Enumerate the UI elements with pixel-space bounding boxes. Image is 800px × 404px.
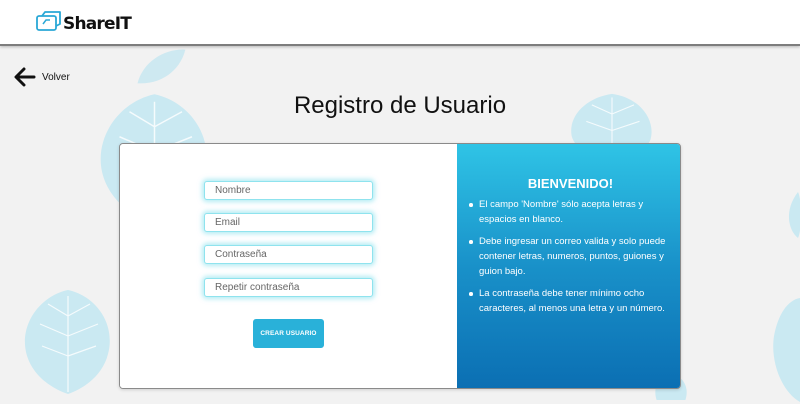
back-link[interactable]: Volver [14, 66, 70, 88]
top-navbar: ShareIT [0, 0, 800, 46]
list-item: La contraseña debe tener mínimo ocho car… [467, 286, 668, 316]
share-logo-icon [36, 11, 61, 31]
app-logo[interactable]: ShareIT [36, 6, 132, 36]
arrow-left-icon [14, 67, 36, 87]
name-field[interactable] [204, 181, 373, 200]
welcome-panel: BIENVENIDO! El campo 'Nombre' sólo acept… [457, 144, 680, 388]
list-item: El campo 'Nombre' sólo acepta letras y e… [467, 197, 668, 227]
leaf-decoration [24, 290, 110, 394]
welcome-title: BIENVENIDO! [527, 176, 614, 191]
list-item: Debe ingresar un correo valida y solo pu… [467, 234, 668, 279]
logo-text: ShareIT [63, 14, 132, 34]
leaf-decoration [773, 298, 800, 402]
leaf-decoration [137, 49, 186, 84]
registration-card: CREAR USUARIO BIENVENIDO! El campo 'Nomb… [119, 143, 681, 389]
create-user-button[interactable]: CREAR USUARIO [253, 319, 324, 348]
rules-list: El campo 'Nombre' sólo acepta letras y e… [467, 197, 668, 316]
page-title: Registro de Usuario [293, 92, 507, 119]
repeat-password-field[interactable] [204, 278, 373, 297]
registration-form: CREAR USUARIO [120, 144, 457, 388]
password-field[interactable] [204, 245, 373, 264]
leaf-decoration [789, 192, 800, 238]
back-label: Volver [42, 71, 70, 83]
email-field[interactable] [204, 213, 373, 232]
